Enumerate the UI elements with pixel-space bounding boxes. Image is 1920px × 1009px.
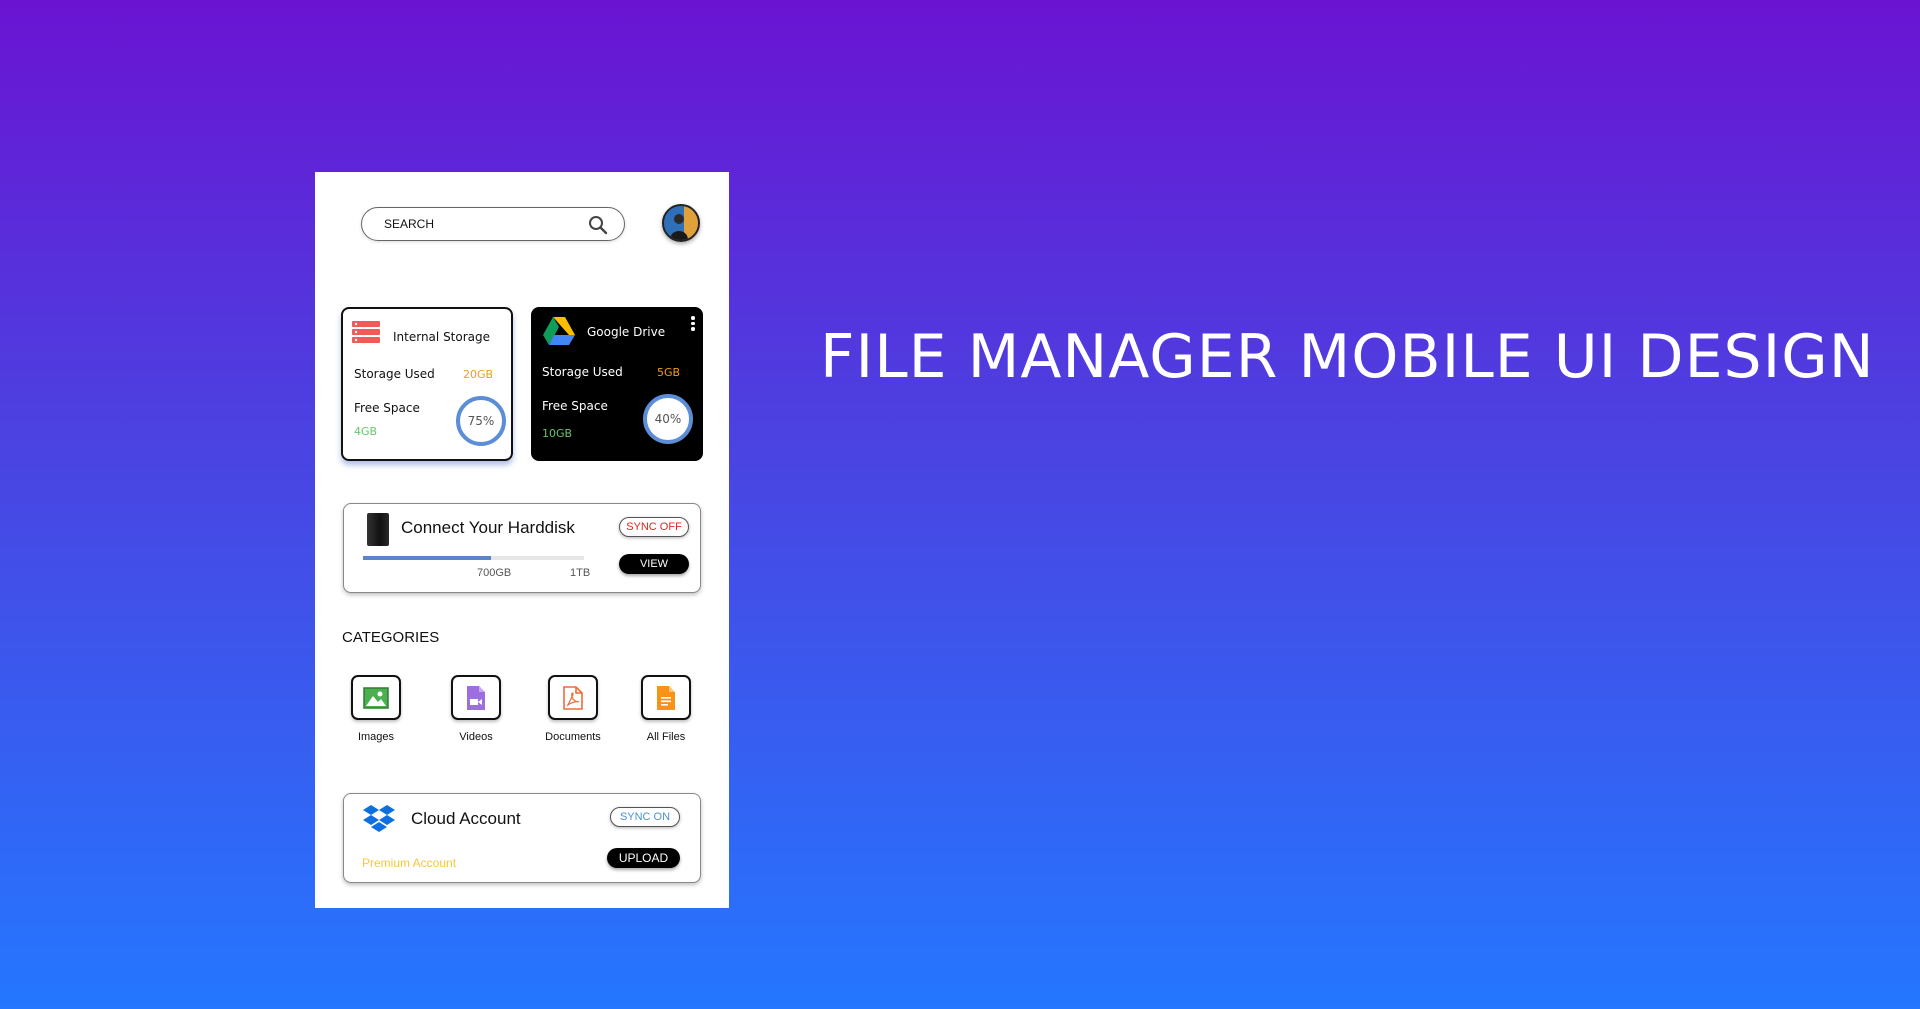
harddisk-card[interactable]: Connect Your Harddisk SYNC OFF 700GB 1TB… <box>343 503 701 593</box>
phone-screen: Internal Storage Storage Used 20GB Free … <box>315 172 729 908</box>
card-title: Google Drive <box>587 325 666 339</box>
storage-used-value: 5GB <box>657 366 681 379</box>
pdf-file-icon <box>563 685 583 710</box>
storage-progress-fill <box>363 556 492 560</box>
kebab-menu-icon[interactable] <box>691 316 695 333</box>
harddisk-icon <box>367 513 389 546</box>
category-documents[interactable]: Documents <box>533 675 613 743</box>
category-images[interactable]: Images <box>336 675 416 743</box>
free-space-label: Free Space <box>542 399 608 413</box>
server-stack-icon <box>352 321 380 343</box>
search-input[interactable] <box>384 215 574 233</box>
google-drive-icon <box>543 317 575 345</box>
file-icon <box>657 685 675 710</box>
cloud-account-title: Cloud Account <box>411 809 521 828</box>
category-label: Documents <box>545 731 601 743</box>
cloud-account-card[interactable]: Cloud Account SYNC ON Premium Account UP… <box>343 793 701 883</box>
free-space-value: 10GB <box>542 427 573 440</box>
usage-ring: 40% <box>643 394 693 444</box>
card-title: Internal Storage <box>393 330 491 344</box>
sync-off-toggle[interactable]: SYNC OFF <box>619 517 689 537</box>
category-label: Videos <box>459 731 493 743</box>
avatar[interactable] <box>662 204 700 242</box>
categories-title: CATEGORIES <box>342 629 440 646</box>
category-label: All Files <box>646 731 686 743</box>
dropbox-icon <box>363 805 395 832</box>
storage-used-label: Storage Used <box>542 365 623 379</box>
image-icon <box>363 686 389 709</box>
sync-on-toggle[interactable]: SYNC ON <box>610 807 680 827</box>
internal-storage-card[interactable]: Internal Storage Storage Used 20GB Free … <box>341 307 513 461</box>
harddisk-title: Connect Your Harddisk <box>401 518 575 537</box>
free-space-value: 4GB <box>354 425 378 438</box>
category-label: Images <box>357 731 395 743</box>
free-space-label: Free Space <box>354 401 420 415</box>
total-capacity-label: 1TB <box>570 567 591 579</box>
used-capacity-label: 700GB <box>477 567 512 579</box>
google-drive-card[interactable]: Google Drive Storage Used 5GB Free Space… <box>531 307 703 461</box>
search-icon[interactable] <box>588 215 608 235</box>
storage-used-label: Storage Used <box>354 367 435 381</box>
upload-button[interactable]: UPLOAD <box>607 848 680 868</box>
storage-used-value: 20GB <box>463 368 494 381</box>
category-videos[interactable]: Videos <box>436 675 516 743</box>
view-button[interactable]: VIEW <box>619 554 689 574</box>
search-bar[interactable] <box>361 207 625 241</box>
hero-title: FILE MANAGER MOBILE UI DESIGN <box>820 322 1875 392</box>
usage-ring: 75% <box>456 396 506 446</box>
category-all-files[interactable]: All Files <box>626 675 706 743</box>
premium-account-label: Premium Account <box>362 856 457 870</box>
storage-progress-bar <box>363 556 584 560</box>
video-file-icon <box>467 685 485 710</box>
